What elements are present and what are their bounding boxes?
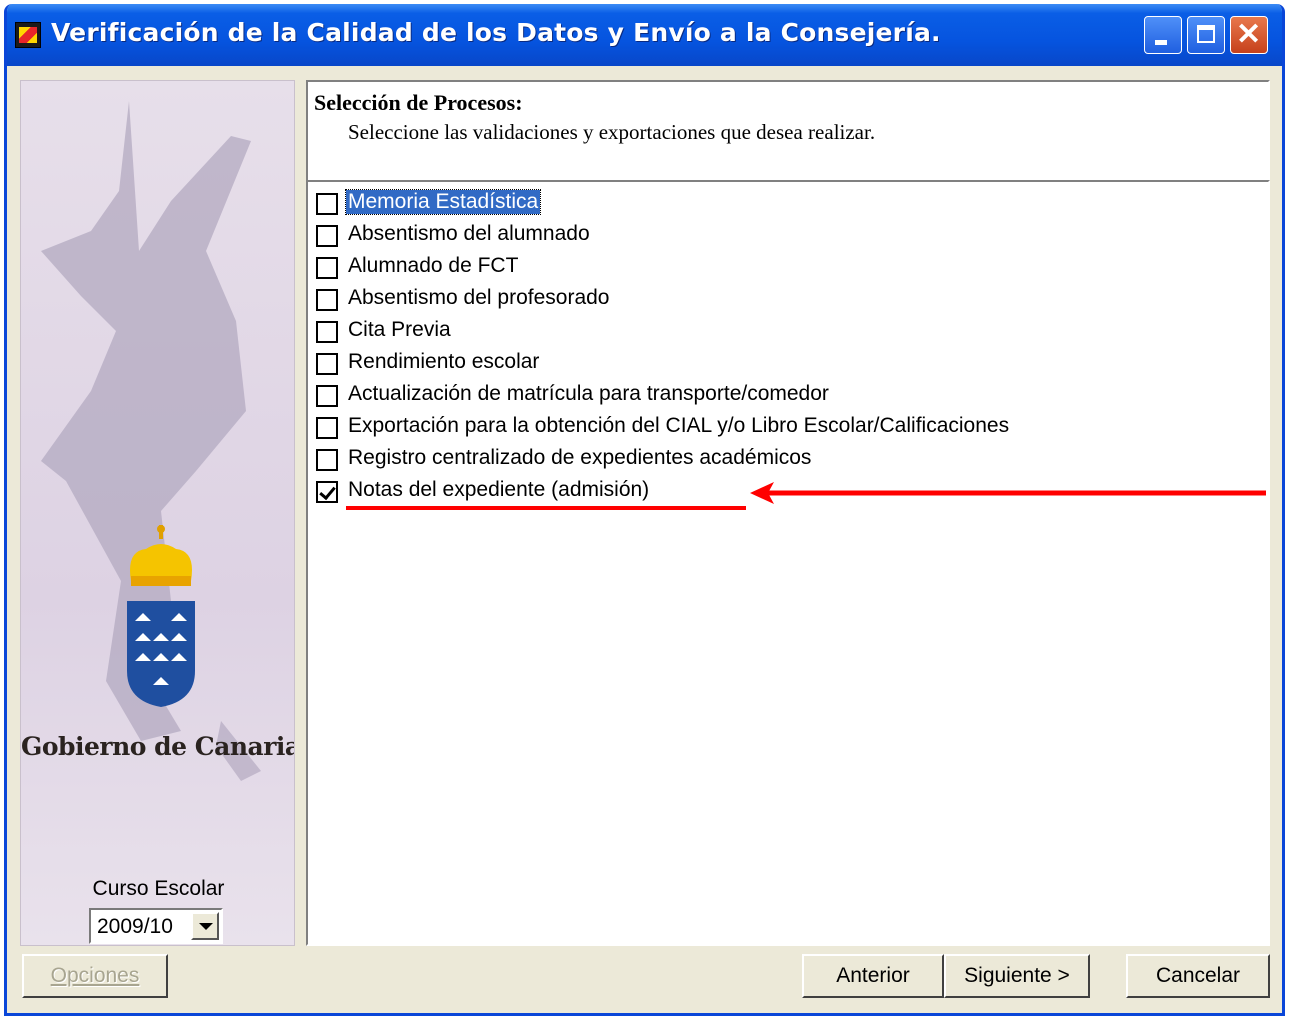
checkbox[interactable] bbox=[316, 321, 338, 343]
course-label: Curso Escolar bbox=[92, 877, 225, 900]
previous-button[interactable]: Anterior bbox=[802, 954, 944, 998]
minimize-icon bbox=[1155, 40, 1167, 45]
header-subtitle: Seleccione las validaciones y exportacio… bbox=[348, 120, 876, 144]
annotation-underline bbox=[346, 506, 746, 510]
process-list: Memoria Estadística Absentismo del alumn… bbox=[306, 180, 1270, 946]
title-bar[interactable]: Verificación de la Calidad de los Datos … bbox=[7, 4, 1282, 66]
next-button[interactable]: Siguiente > bbox=[944, 954, 1090, 998]
header-title: Selección de Procesos: bbox=[314, 90, 523, 115]
options-button-label: Opciones bbox=[50, 964, 140, 987]
minimize-button[interactable] bbox=[1144, 16, 1182, 54]
process-label: Absentismo del profesorado bbox=[348, 286, 610, 309]
annotation-arrow-icon bbox=[750, 482, 1266, 504]
previous-button-label: Anterior bbox=[836, 964, 910, 987]
coat-of-arms-image bbox=[127, 525, 195, 707]
next-button-label: Siguiente > bbox=[964, 964, 1070, 987]
process-label: Alumnado de FCT bbox=[348, 254, 519, 277]
button-bar: Opciones Anterior Siguiente > Cancelar bbox=[7, 954, 1282, 1012]
branding-panel: Gobierno de Canarias Curso Escolar 2009/… bbox=[20, 80, 295, 946]
course-value: 2009/10 bbox=[97, 915, 173, 938]
process-label: Rendimiento escolar bbox=[348, 350, 540, 373]
process-label: Cita Previa bbox=[348, 318, 451, 341]
checkbox[interactable] bbox=[316, 225, 338, 247]
checkbox[interactable] bbox=[316, 257, 338, 279]
close-button[interactable]: ✕ bbox=[1230, 16, 1268, 54]
cancel-button-label: Cancelar bbox=[1155, 964, 1241, 987]
header-panel: Selección de Procesos: Seleccione las va… bbox=[306, 80, 1270, 184]
maximize-icon bbox=[1197, 25, 1215, 43]
process-label: Exportación para la obtención del CIAL y… bbox=[348, 414, 1010, 437]
process-label: Notas del expediente (admisión) bbox=[348, 478, 650, 501]
options-button[interactable]: Opciones bbox=[22, 954, 168, 998]
process-label: Absentismo del alumnado bbox=[348, 222, 590, 245]
checkbox[interactable] bbox=[316, 289, 338, 311]
process-label: Actualización de matrícula para transpor… bbox=[348, 382, 829, 405]
government-name: Gobierno de Canarias bbox=[21, 732, 295, 761]
close-icon: ✕ bbox=[1236, 18, 1262, 51]
checkbox[interactable] bbox=[316, 449, 338, 471]
course-select[interactable]: 2009/10 bbox=[89, 908, 223, 944]
process-label: Registro centralizado de expedientes aca… bbox=[348, 446, 812, 469]
checkbox[interactable] bbox=[316, 353, 338, 375]
checkbox[interactable] bbox=[316, 193, 338, 215]
checkbox[interactable] bbox=[316, 417, 338, 439]
process-label: Memoria Estadística bbox=[344, 189, 542, 215]
checkbox[interactable] bbox=[316, 385, 338, 407]
checkbox-checked[interactable] bbox=[316, 481, 338, 503]
maximize-button[interactable] bbox=[1187, 16, 1225, 54]
chevron-down-icon[interactable] bbox=[191, 912, 219, 940]
cancel-button[interactable]: Cancelar bbox=[1126, 954, 1270, 998]
app-icon[interactable] bbox=[15, 22, 41, 48]
window-title: Verificación de la Calidad de los Datos … bbox=[51, 18, 941, 47]
wizard-window: Verificación de la Calidad de los Datos … bbox=[4, 4, 1285, 1016]
